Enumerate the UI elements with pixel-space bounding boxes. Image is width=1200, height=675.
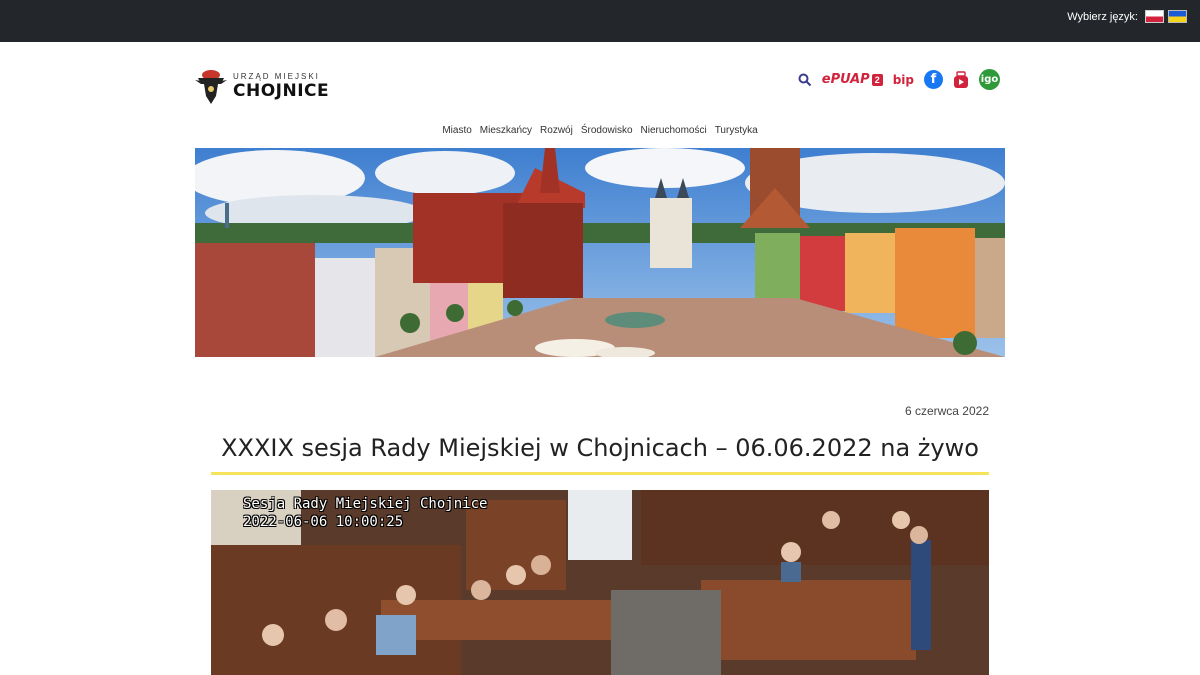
article-date: 6 czerwca 2022 — [904, 404, 989, 418]
video-caption-timestamp: 2022-06-06 10:00:25 — [243, 514, 404, 530]
nav-item-mieszkancy[interactable]: Mieszkańcy — [480, 125, 532, 136]
search-icon[interactable] — [798, 73, 812, 87]
ukrainian-flag-icon[interactable] — [1168, 10, 1187, 23]
video-caption-title: Sesja Rady Miejskiej Chojnice — [243, 496, 488, 512]
epuap-icon[interactable]: ePUAP 2 — [822, 72, 883, 87]
language-label: Wybierz język: — [1067, 10, 1138, 23]
title-underline — [211, 472, 989, 475]
nav-item-rozwoj[interactable]: Rozwój — [540, 125, 573, 136]
nav-item-turystyka[interactable]: Turystyka — [715, 125, 758, 136]
facebook-icon[interactable]: f — [924, 70, 943, 89]
live-video-player[interactable]: Sesja Rady Miejskiej Chojnice 2022-06-06… — [211, 490, 989, 675]
nav-item-srodowisko[interactable]: Środowisko — [581, 125, 633, 136]
nav-item-miasto[interactable]: Miasto — [442, 125, 471, 136]
igo-icon[interactable]: igo — [979, 69, 1000, 90]
nav-item-nieruchomosci[interactable]: Nieruchomości — [641, 125, 707, 136]
youtube-icon[interactable] — [953, 70, 969, 89]
hero-image-town-square — [195, 148, 1005, 357]
main-navigation: Miasto Mieszkańcy Rozwój Środowisko Nier… — [0, 125, 1200, 136]
site-logo[interactable]: URZĄD MIEJSKI CHOJNICE — [195, 66, 329, 106]
logo-title: CHOJNICE — [233, 81, 330, 101]
city-crest-icon — [195, 70, 227, 104]
article-title: XXXIX sesja Rady Miejskiej w Chojnicach … — [221, 434, 979, 462]
top-bar: Wybierz język: — [0, 0, 1200, 42]
video-overlay-caption: Sesja Rady Miejskiej Chojnice 2022-06-06… — [243, 495, 487, 531]
bip-icon[interactable]: bip — [893, 73, 914, 87]
header-icons: ePUAP 2 bip f igo — [798, 69, 1000, 90]
polish-flag-icon[interactable] — [1145, 10, 1164, 23]
language-selector: Wybierz język: — [1067, 10, 1187, 23]
